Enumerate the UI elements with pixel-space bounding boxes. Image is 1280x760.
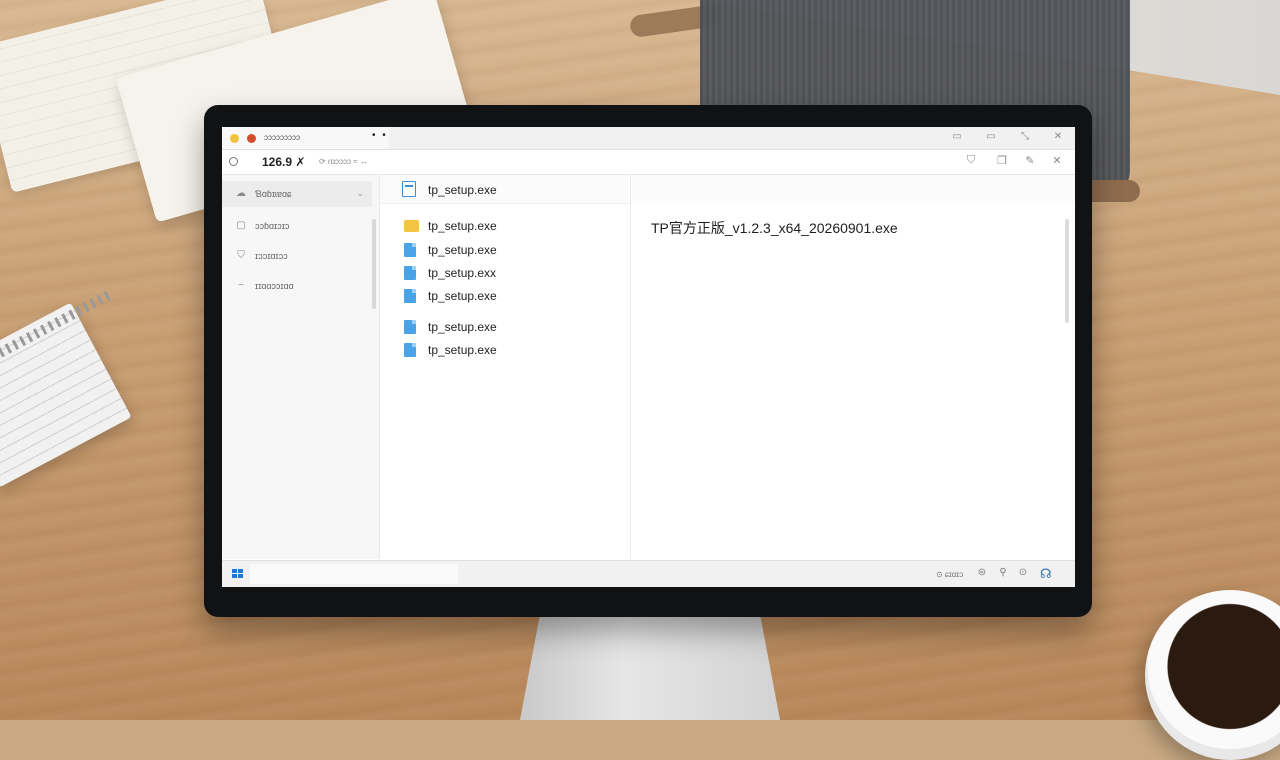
box-icon: ▢ — [236, 220, 246, 231]
expand-icon[interactable]: ⤡ — [1018, 131, 1032, 142]
close-window-icon[interactable]: ✕ — [1051, 131, 1065, 142]
status-clock-icon[interactable]: ⊙ — [1017, 567, 1029, 578]
pen-toolbar-icon[interactable]: ✎ — [1023, 154, 1037, 167]
tab-favicon-yellow-icon — [230, 134, 239, 143]
file-row[interactable]: tp_setup.exe — [380, 239, 630, 261]
monitor-stand — [520, 610, 780, 720]
file-row[interactable]: tp_setup.exe — [380, 339, 630, 361]
file-icon — [404, 266, 416, 280]
sidebar: ☁ Ɓɑɓɪɩɐɑɕ ⌄ ▢ ɔɔɓɑɪɔɪɔ ⛉ ɪɔɔɪɑɪɔɔ ~ ɪɪɑ… — [222, 175, 380, 559]
browser-tab[interactable]: ɔɔɔɔɔɔɔɔɔ • • — [222, 127, 389, 149]
detail-pane: TP官方正版_v1.2.3_x64_20260901.exe — [631, 175, 1075, 559]
file-name: tp_setup.exx — [428, 266, 497, 280]
sidebar-item-2[interactable]: ⛉ ɪɔɔɪɑɪɔɔ — [222, 243, 372, 269]
restore-icon[interactable]: ▭ — [984, 131, 998, 142]
file-name: tp_setup.exe — [428, 320, 497, 334]
network-icon[interactable]: ☊ — [1040, 566, 1052, 582]
monitor-screen: ɔɔɔɔɔɔɔɔɔ • • ▭ ▭ ⤡ ✕ 126.9 ✗ ⟳ ɾɑɔɔɔɔ ≈… — [222, 127, 1075, 587]
copy-toolbar-icon[interactable]: ❐ — [995, 154, 1009, 167]
tab-favicon-red-icon — [247, 134, 256, 143]
file-list: tp_setup.exe tp_setup.exe tp_setup.exe t… — [380, 175, 631, 559]
file-list-header-name: tp_setup.exe — [428, 183, 497, 197]
file-name: tp_setup.exe — [428, 219, 497, 233]
sidebar-item-label: ɔɔɓɑɪɔɪɔ — [255, 221, 290, 231]
site-info-icon[interactable] — [229, 157, 238, 166]
address-hint: ⟳ ɾɑɔɔɔɔ ≈ ↔ — [319, 157, 368, 166]
minimize-icon[interactable]: ▭ — [950, 131, 964, 142]
file-name: tp_setup.exe — [428, 289, 497, 303]
file-icon — [404, 289, 416, 303]
file-row[interactable]: tp_setup.exe — [380, 215, 630, 237]
sidebar-item-label: Ɓɑɓɪɩɐɑɕ — [255, 189, 292, 199]
status-search-icon[interactable]: ⚲ — [997, 567, 1009, 578]
taskbar-search-box[interactable] — [250, 564, 458, 584]
file-row[interactable]: tp_setup.exe — [380, 285, 630, 307]
address-url[interactable]: 126.9 ✗ — [262, 155, 305, 169]
file-name: tp_setup.exe — [428, 343, 497, 357]
file-icon — [404, 320, 416, 334]
status-bar: ⊙ ɕɪɑɪɔ ⊜ ⚲ ⊙ ☊ — [222, 560, 1075, 587]
detail-scrollbar[interactable] — [1065, 219, 1069, 323]
address-bar[interactable]: 126.9 ✗ ⟳ ɾɑɔɔɔɔ ≈ ↔ ⛉ ❐ ✎ ✕ — [222, 150, 1075, 175]
document-icon — [402, 181, 416, 197]
dash-icon: ~ — [238, 280, 244, 291]
detail-filename[interactable]: TP官方正版_v1.2.3_x64_20260901.exe — [651, 218, 898, 238]
chevron-down-icon[interactable]: ⌄ — [356, 188, 364, 199]
shield-icon: ⛉ — [237, 250, 245, 261]
shield-toolbar-icon[interactable]: ⛉ — [964, 154, 978, 167]
file-icon — [404, 343, 416, 357]
sidebar-item-0[interactable]: ☁ Ɓɑɓɪɩɐɑɕ ⌄ — [222, 181, 372, 207]
folder-icon — [404, 220, 419, 232]
sidebar-item-label: ɪɪɑɑɔɔɪɑɑ — [255, 281, 294, 291]
detail-header — [631, 175, 1075, 203]
status-settings-icon[interactable]: ⊜ — [976, 567, 988, 578]
tab-title: ɔɔɔɔɔɔɔɔɔ — [264, 133, 300, 142]
file-list-header[interactable]: tp_setup.exe — [380, 175, 630, 204]
sidebar-item-1[interactable]: ▢ ɔɔɓɑɪɔɪɔ — [222, 213, 372, 239]
file-name: tp_setup.exe — [428, 243, 497, 257]
file-row[interactable]: tp_setup.exx — [380, 262, 630, 284]
sidebar-item-label: ɪɔɔɪɑɪɔɔ — [255, 251, 288, 261]
file-icon — [404, 243, 416, 257]
status-text: ⊙ ɕɪɑɪɔ — [936, 570, 964, 579]
windows-start-icon[interactable] — [232, 569, 244, 579]
sidebar-item-3[interactable]: ~ ɪɪɑɑɔɔɪɑɑ — [222, 273, 372, 299]
cloud-icon: ☁ — [236, 188, 246, 199]
tab-menu-icon[interactable]: • • — [372, 130, 388, 141]
file-row[interactable]: tp_setup.exe — [380, 316, 630, 338]
close-toolbar-icon[interactable]: ✕ — [1050, 154, 1064, 167]
title-bar: ɔɔɔɔɔɔɔɔɔ • • ▭ ▭ ⤡ ✕ — [222, 127, 1075, 150]
sidebar-scrollbar[interactable] — [372, 219, 376, 309]
